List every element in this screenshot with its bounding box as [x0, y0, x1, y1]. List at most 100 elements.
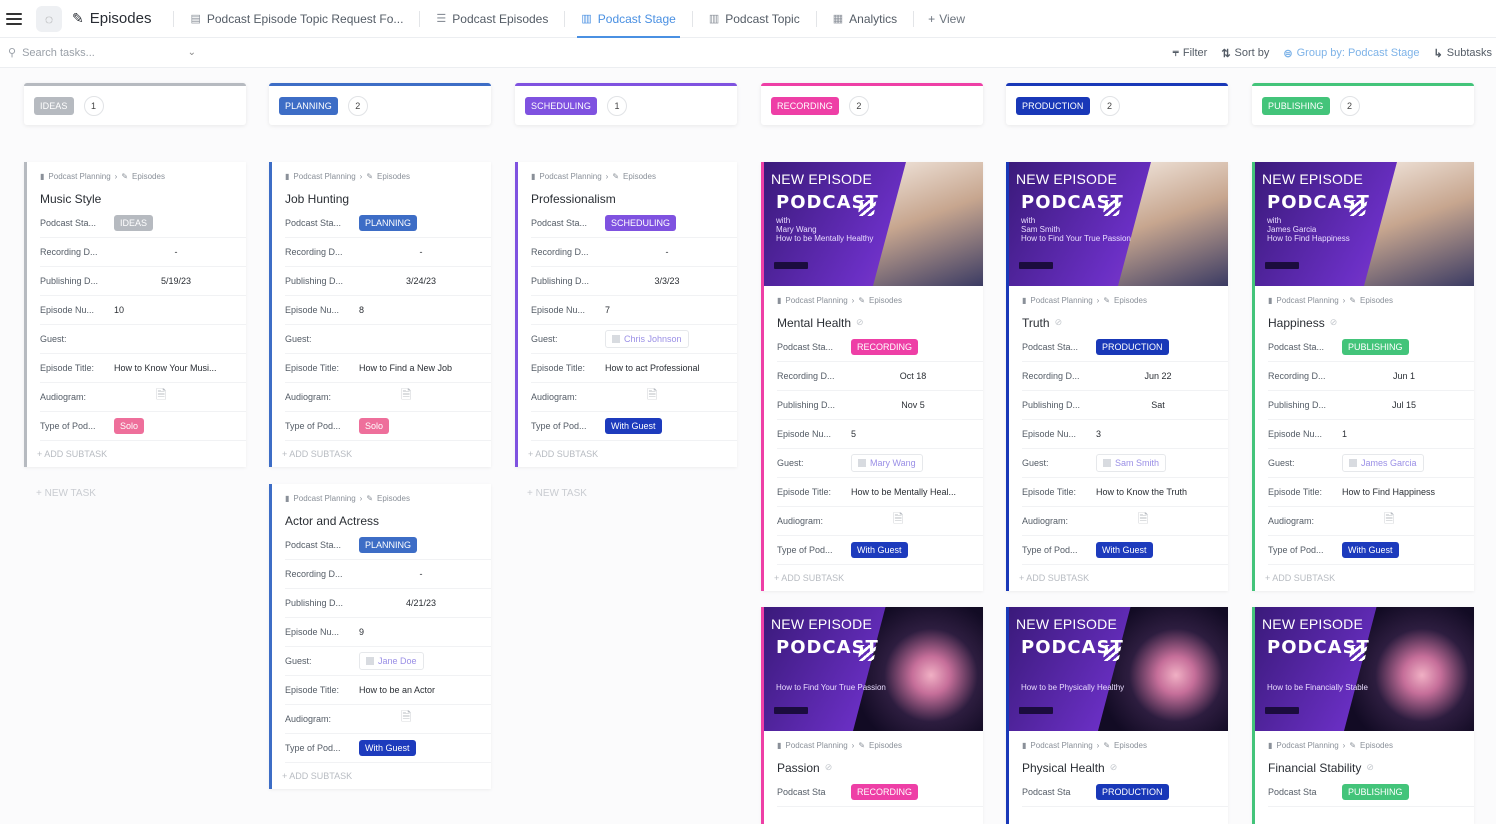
- column-header-recording[interactable]: RECORDING 2: [761, 83, 983, 125]
- status-badge[interactable]: PUBLISHING: [1342, 784, 1409, 800]
- status-badge[interactable]: SCHEDULING: [605, 215, 677, 231]
- field-value[interactable]: How to Find a New Job: [359, 363, 491, 373]
- link-icon[interactable]: ⊘: [825, 762, 833, 773]
- status-badge[interactable]: PRODUCTION: [1096, 339, 1169, 355]
- status-badge[interactable]: IDEAS: [114, 215, 154, 231]
- card-title[interactable]: Financial Stability ⊘: [1255, 750, 1474, 778]
- attachment-icon[interactable]: 🗎: [156, 386, 166, 408]
- field-value[interactable]: -: [359, 569, 491, 579]
- guest-chip[interactable]: James Garcia: [1342, 454, 1424, 472]
- tab-analytics[interactable]: ▦ Analytics: [825, 0, 905, 38]
- add-subtask-button[interactable]: + ADD SUBTASK: [27, 441, 246, 467]
- card-title[interactable]: Physical Health ⊘: [1009, 750, 1228, 778]
- field-value[interactable]: How to act Professional: [605, 363, 737, 373]
- add-subtask-button[interactable]: + ADD SUBTASK: [1255, 565, 1474, 591]
- type-badge[interactable]: With Guest: [1096, 542, 1153, 558]
- field-value[interactable]: Jul 15: [1342, 400, 1474, 410]
- status-badge[interactable]: PUBLISHING: [1342, 339, 1409, 355]
- status-badge[interactable]: PLANNING: [359, 537, 418, 553]
- field-value[interactable]: Sat: [1096, 400, 1228, 410]
- add-view-button[interactable]: + View: [928, 12, 965, 26]
- type-badge[interactable]: With Guest: [1342, 542, 1399, 558]
- field-value[interactable]: Nov 5: [851, 400, 983, 410]
- field-value[interactable]: -: [114, 247, 246, 257]
- field-value[interactable]: 10: [114, 305, 246, 315]
- card-title[interactable]: Mental Health ⊘: [764, 305, 983, 333]
- field-value[interactable]: 9: [359, 627, 491, 637]
- task-card[interactable]: ▮ Podcast Planning › ✎ Episodes Actor and Ac…: [269, 484, 491, 789]
- card-title[interactable]: Professionalism: [518, 181, 737, 209]
- add-subtask-button[interactable]: + ADD SUBTASK: [272, 763, 491, 789]
- status-badge[interactable]: RECORDING: [851, 784, 919, 800]
- field-value[interactable]: 7: [605, 305, 737, 315]
- link-icon[interactable]: ⊘: [1366, 762, 1374, 773]
- attachment-icon[interactable]: 🗎: [401, 386, 411, 408]
- type-badge[interactable]: Solo: [114, 418, 145, 434]
- field-value[interactable]: How to be Mentally Heal...: [851, 487, 983, 497]
- field-value[interactable]: 1: [1342, 429, 1474, 439]
- tab-podcast-topic[interactable]: ▥ Podcast Topic: [701, 0, 808, 38]
- task-card[interactable]: NEW EPISODE PODCAST How to Find Your Tru…: [761, 607, 983, 824]
- sort-button[interactable]: ⇅ Sort by: [1221, 47, 1269, 60]
- field-value[interactable]: -: [605, 247, 737, 257]
- new-task-button[interactable]: + NEW TASK: [527, 488, 587, 499]
- card-title[interactable]: Actor and Actress: [272, 503, 491, 531]
- field-value[interactable]: 4/21/23: [359, 598, 491, 608]
- task-card[interactable]: NEW EPISODE PODCAST with James Garcia How …: [1252, 162, 1474, 591]
- field-value[interactable]: 3/3/23: [605, 276, 737, 286]
- field-value[interactable]: How to Know Your Musi...: [114, 363, 246, 373]
- tab-podcast-episodes[interactable]: ☰ Podcast Episodes: [428, 0, 556, 38]
- space-icon[interactable]: ◌: [36, 5, 62, 32]
- type-badge[interactable]: With Guest: [359, 740, 416, 756]
- column-header-ideas[interactable]: IDEAS 1: [24, 83, 246, 125]
- filter-button[interactable]: ⫧ Filter: [1173, 47, 1208, 60]
- field-value[interactable]: -: [359, 247, 491, 257]
- link-icon[interactable]: ⊘: [856, 317, 864, 328]
- task-card[interactable]: NEW EPISODE PODCAST with Mary Wang How to …: [761, 162, 983, 591]
- status-badge[interactable]: RECORDING: [851, 339, 919, 355]
- menu-icon[interactable]: [6, 12, 22, 25]
- tab-topic-request-form[interactable]: ▤ Podcast Episode Topic Request Fo...: [182, 0, 411, 38]
- add-subtask-button[interactable]: + ADD SUBTASK: [764, 565, 983, 591]
- tab-podcast-stage[interactable]: ▥ Podcast Stage: [573, 0, 683, 38]
- attachment-icon[interactable]: 🗎: [893, 510, 903, 532]
- column-header-planning[interactable]: PLANNING 2: [269, 83, 491, 125]
- attachment-icon[interactable]: 🗎: [401, 708, 411, 730]
- guest-chip[interactable]: Mary Wang: [851, 454, 923, 472]
- card-title[interactable]: Passion ⊘: [764, 750, 983, 778]
- task-card[interactable]: NEW EPISODE PODCAST How to be Physically…: [1006, 607, 1228, 824]
- field-value[interactable]: 5: [851, 429, 983, 439]
- task-card[interactable]: ▮ Podcast Planning › ✎ Episodes Job Hunting …: [269, 162, 491, 467]
- task-card[interactable]: NEW EPISODE PODCAST with Sam Smith How to …: [1006, 162, 1228, 591]
- attachment-icon[interactable]: 🗎: [1384, 510, 1394, 532]
- column-header-scheduling[interactable]: SCHEDULING 1: [515, 83, 737, 125]
- guest-chip[interactable]: Sam Smith: [1096, 454, 1167, 472]
- field-value[interactable]: Oct 18: [851, 371, 983, 381]
- field-value[interactable]: 5/19/23: [114, 276, 246, 286]
- field-value[interactable]: How to Find Happiness: [1342, 487, 1474, 497]
- task-card[interactable]: ▮ Podcast Planning › ✎ Episodes Music Style …: [24, 162, 246, 467]
- status-badge[interactable]: PRODUCTION: [1096, 784, 1169, 800]
- task-card[interactable]: NEW EPISODE PODCAST How to be Financiall…: [1252, 607, 1474, 824]
- card-title[interactable]: Music Style: [27, 181, 246, 209]
- column-header-publishing[interactable]: PUBLISHING 2: [1252, 83, 1474, 125]
- task-card[interactable]: ▮ Podcast Planning › ✎ Episodes Professional…: [515, 162, 737, 467]
- field-value[interactable]: Jun 1: [1342, 371, 1474, 381]
- card-title[interactable]: Truth ⊘: [1009, 305, 1228, 333]
- link-icon[interactable]: ⊘: [1055, 317, 1063, 328]
- status-badge[interactable]: PLANNING: [359, 215, 418, 231]
- group-by-button[interactable]: ⊜ Group by: Podcast Stage: [1283, 47, 1419, 60]
- link-icon[interactable]: ⊘: [1330, 317, 1338, 328]
- link-icon[interactable]: ⊘: [1110, 762, 1118, 773]
- field-value[interactable]: 3: [1096, 429, 1228, 439]
- type-badge[interactable]: With Guest: [851, 542, 908, 558]
- field-value[interactable]: 8: [359, 305, 491, 315]
- attachment-icon[interactable]: 🗎: [1138, 510, 1148, 532]
- field-value[interactable]: 3/24/23: [359, 276, 491, 286]
- card-title[interactable]: Job Hunting: [272, 181, 491, 209]
- guest-chip[interactable]: Jane Doe: [359, 652, 424, 670]
- new-task-button[interactable]: + NEW TASK: [36, 488, 96, 499]
- guest-chip[interactable]: Chris Johnson: [605, 330, 689, 348]
- subtasks-button[interactable]: ↳ Subtasks: [1434, 47, 1492, 60]
- attachment-icon[interactable]: 🗎: [647, 386, 657, 408]
